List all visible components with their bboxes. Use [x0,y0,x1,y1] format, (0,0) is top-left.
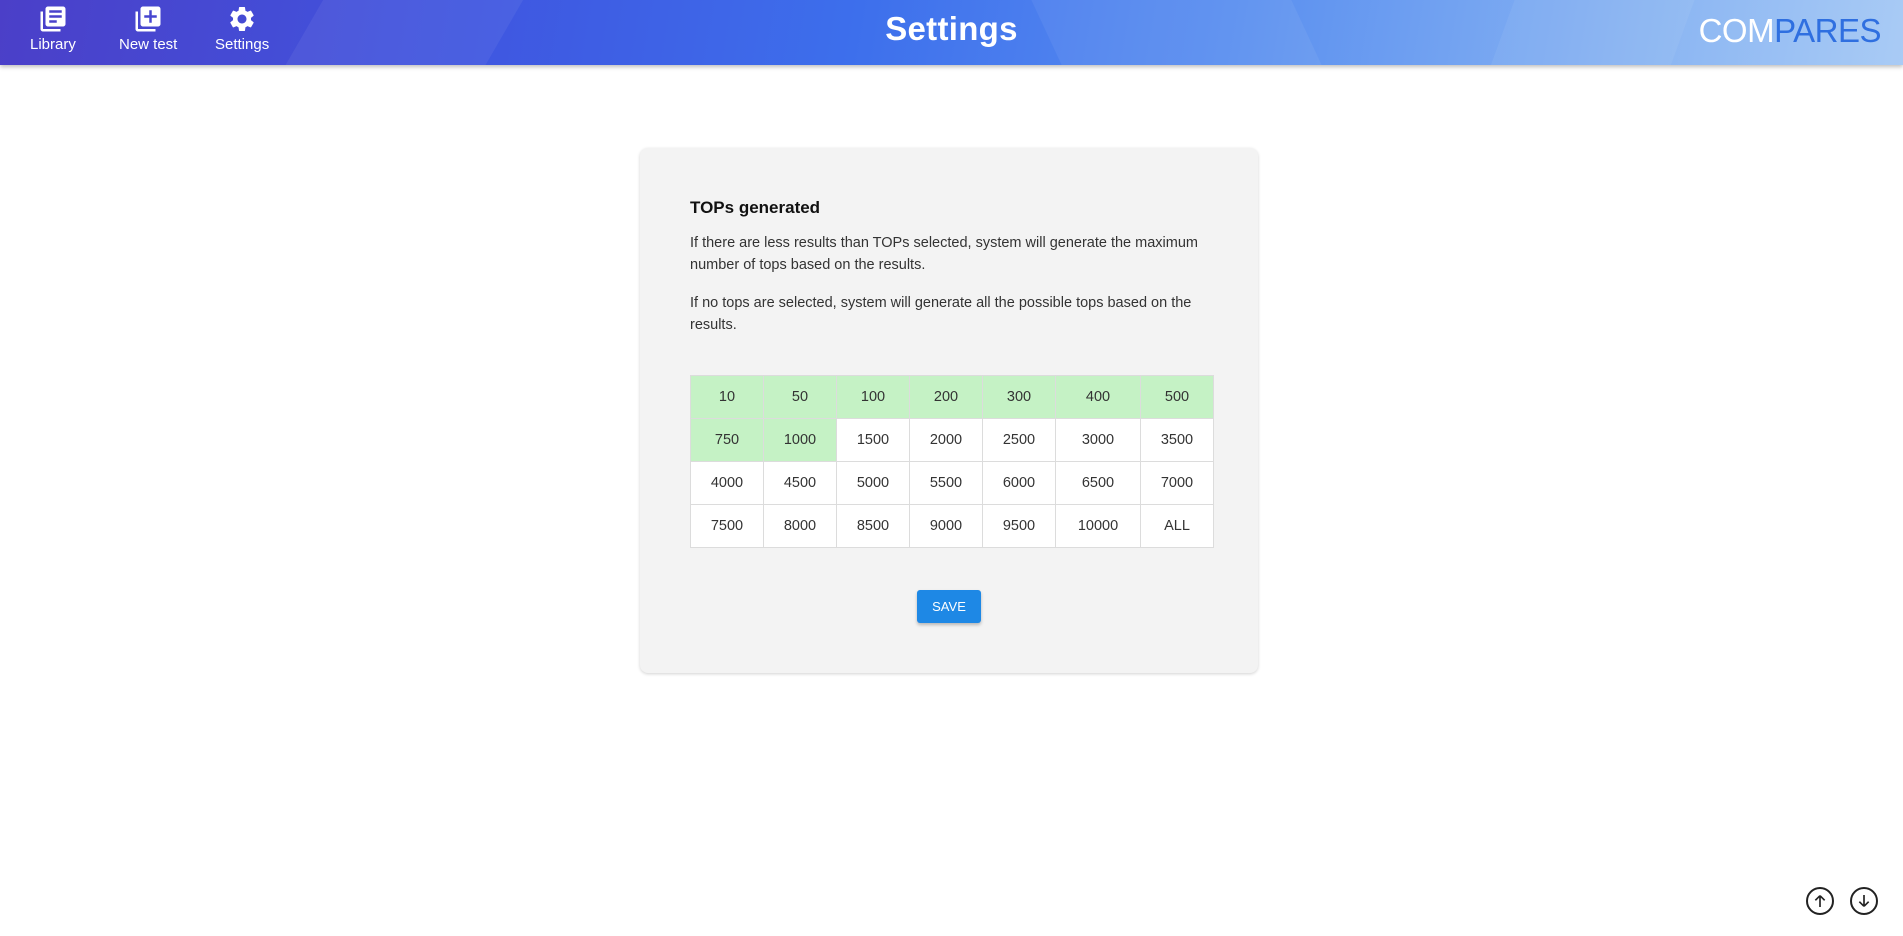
logo-text-part1: COM [1698,12,1775,49]
tops-option-cell[interactable]: 8000 [763,504,837,548]
tops-option-cell[interactable]: 750 [690,418,764,462]
save-button[interactable]: SAVE [917,590,981,623]
tops-option-cell[interactable]: 2000 [909,418,983,462]
tops-option-cell[interactable]: 200 [909,375,983,419]
tops-option-cell[interactable]: 8500 [836,504,910,548]
arrow-up-icon [1814,895,1826,907]
tops-option-cell[interactable]: ALL [1140,504,1214,548]
arrow-down-icon [1858,895,1870,907]
scroll-up-button[interactable] [1806,887,1834,915]
tops-option-cell[interactable]: 7500 [690,504,764,548]
tops-option-cell[interactable]: 10 [690,375,764,419]
tops-option-cell[interactable]: 7000 [1140,461,1214,505]
tops-option-cell[interactable]: 300 [982,375,1056,419]
tops-option-cell[interactable]: 6000 [982,461,1056,505]
tops-option-cell[interactable]: 9000 [909,504,983,548]
tops-option-cell[interactable]: 5500 [909,461,983,505]
tops-option-cell[interactable]: 50 [763,375,837,419]
tops-option-cell[interactable]: 3500 [1140,418,1214,462]
card-description-2: If no tops are selected, system will gen… [690,295,1192,333]
tops-option-cell[interactable]: 10000 [1055,504,1141,548]
tops-option-cell[interactable]: 9500 [982,504,1056,548]
tops-grid-row: 4000 4500 5000 5500 6000 6500 7000 [690,461,1214,505]
tops-option-cell[interactable]: 1000 [763,418,837,462]
tops-option-cell[interactable]: 5000 [836,461,910,505]
tops-option-cell[interactable]: 500 [1140,375,1214,419]
top-bar: Library New test Settings Settings COMPA… [0,0,1903,65]
tops-option-cell[interactable]: 4500 [763,461,837,505]
tops-grid-row: 7500 8000 8500 9000 9500 10000 ALL [690,504,1214,548]
logo-text-part2: PARES [1774,12,1881,49]
page-title: Settings [885,10,1018,47]
tops-option-cell[interactable]: 4000 [690,461,764,505]
tops-option-cell[interactable]: 2500 [982,418,1056,462]
tops-option-cell[interactable]: 100 [836,375,910,419]
logo[interactable]: COMPARES [1698,12,1882,50]
settings-card: TOPs generated If there are less results… [640,148,1258,673]
card-title: TOPs generated [690,198,821,217]
scroll-down-button[interactable] [1850,887,1878,915]
tops-grid: 10 50 100 200 300 400 500 750 1000 1500 2000 2500 30… [690,375,1214,548]
tops-option-cell[interactable]: 400 [1055,375,1141,419]
tops-option-cell[interactable]: 3000 [1055,418,1141,462]
tops-option-cell[interactable]: 6500 [1055,461,1141,505]
tops-grid-row: 10 50 100 200 300 400 500 [690,375,1214,419]
tops-option-cell[interactable]: 1500 [836,418,910,462]
card-description-1: If there are less results than TOPs sele… [690,235,1198,273]
tops-grid-row: 750 1000 1500 2000 2500 3000 3500 [690,418,1214,462]
